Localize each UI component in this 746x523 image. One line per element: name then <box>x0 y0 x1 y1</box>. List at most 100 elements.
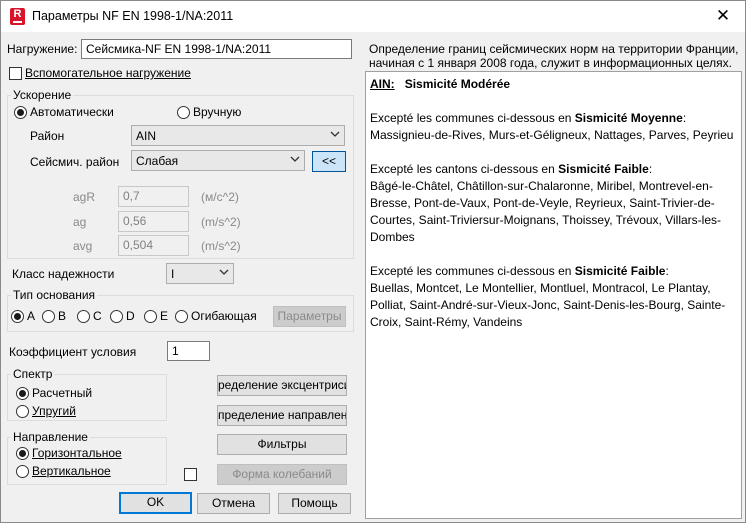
direction-vertical-label: Вертикальное <box>32 464 111 478</box>
acceleration-auto-radio[interactable]: Автоматически <box>14 105 114 119</box>
agr-field[interactable]: 0,7 <box>118 186 189 207</box>
foundation-d-radio[interactable]: D <box>110 309 135 323</box>
spectrum-elastic-radio[interactable]: Упругий <box>16 404 76 418</box>
directions-button[interactable]: пределение направлени <box>217 405 347 426</box>
seismic-info-panel[interactable]: AIN: Sismicité Modérée Excepté les commu… <box>365 71 742 519</box>
radio-selected-icon[interactable] <box>14 106 27 119</box>
title-bar: R Параметры NF EN 1998-1/NA:2011 ✕ <box>1 1 745 32</box>
radio-empty-icon[interactable] <box>77 310 90 323</box>
load-label: Нагружение: <box>7 42 78 56</box>
info-section-category: Sismicité Faible <box>574 264 666 278</box>
chevron-down-icon[interactable] <box>290 154 300 163</box>
avg-field[interactable]: 0,504 <box>118 235 189 256</box>
reliability-class-label: Класс надежности <box>12 267 115 281</box>
auxiliary-load-label: Вспомогательное нагружение <box>25 66 191 80</box>
app-logo-icon: R <box>10 8 25 25</box>
foundation-e-radio[interactable]: E <box>144 309 168 323</box>
district-label: Район <box>30 129 65 143</box>
district-select[interactable]: AIN <box>131 125 345 146</box>
spectrum-elastic-label: Упругий <box>32 404 76 418</box>
agr-label: agR <box>73 190 96 204</box>
reliability-class-select[interactable]: I <box>166 263 234 284</box>
info-section-intro: Excepté les communes ci-dessous en <box>370 264 575 278</box>
direction-horizontal-radio[interactable]: Горизонтальное <box>16 446 122 460</box>
mode-shapes-checkbox[interactable] <box>184 468 197 481</box>
info-heading: AIN: Sismicité Modérée <box>370 76 737 93</box>
foundation-d-label: D <box>126 309 135 323</box>
avg-unit: (m/s^2) <box>201 239 241 253</box>
acceleration-auto-label: Автоматически <box>30 105 114 119</box>
info-section-category: Sismicité Faible <box>558 162 649 176</box>
spectrum-group-title: Спектр <box>11 367 55 381</box>
seismic-district-label: Сейсмич. район <box>30 155 120 169</box>
radio-empty-icon[interactable] <box>16 465 29 478</box>
chevron-down-icon[interactable] <box>219 267 229 276</box>
condition-coefficient-field[interactable]: 1 <box>167 341 210 361</box>
seismic-district-select[interactable]: Слабая <box>131 150 305 171</box>
radio-empty-icon[interactable] <box>42 310 55 323</box>
foundation-e-label: E <box>160 309 169 323</box>
info-section-category: Sismicité Moyenne <box>574 111 683 125</box>
info-section-list: Bâgé-le-Châtel, Châtillon-sur-Chalaronne… <box>370 179 721 244</box>
foundation-b-radio[interactable]: B <box>42 309 66 323</box>
info-section-intro: Excepté les cantons ci-dessous en <box>370 162 559 176</box>
foundation-envelope-radio[interactable]: Огибающая <box>175 309 257 323</box>
collapse-info-button[interactable]: << <box>312 151 346 172</box>
close-icon[interactable]: ✕ <box>703 1 743 31</box>
radio-selected-icon[interactable] <box>16 447 29 460</box>
info-section-list: Buellas, Montcet, Le Montellier, Montlue… <box>370 281 726 329</box>
ag-label: ag <box>73 215 87 229</box>
info-section: Excepté les cantons ci-dessous en Sismic… <box>370 161 737 246</box>
info-section: Excepté les communes ci-dessous en Sismi… <box>370 110 737 144</box>
direction-group-title: Направление <box>11 430 90 444</box>
info-heading-code: AIN: <box>370 77 395 91</box>
chevron-down-icon[interactable] <box>330 129 340 138</box>
radio-empty-icon[interactable] <box>16 405 29 418</box>
cancel-button[interactable]: Отмена <box>197 493 270 514</box>
radio-selected-icon[interactable] <box>16 387 29 400</box>
direction-horizontal-label: Горизонтальное <box>32 446 122 460</box>
info-section-suffix: : <box>682 111 687 125</box>
acceleration-manual-label: Вручную <box>193 105 242 119</box>
reliability-class-value: I <box>171 267 175 281</box>
auxiliary-load-check-icon[interactable] <box>9 67 22 80</box>
ag-field[interactable]: 0,56 <box>118 211 189 232</box>
eccentricity-button[interactable]: ределение эксцентрисите <box>217 375 347 396</box>
help-button[interactable]: Помощь <box>278 493 351 514</box>
radio-empty-icon[interactable] <box>175 310 188 323</box>
info-heading-title: Sismicité Modérée <box>404 77 511 91</box>
info-section-list: Massignieu-de-Rives, Murs-et-Géligneux, … <box>370 128 734 142</box>
info-section-suffix: : <box>665 264 669 278</box>
foundation-c-label: C <box>93 309 102 323</box>
foundation-a-radio[interactable]: A <box>11 309 35 323</box>
dialog-window: R Параметры NF EN 1998-1/NA:2011 ✕ Нагру… <box>0 0 746 523</box>
direction-vertical-radio[interactable]: Вертикальное <box>16 464 111 478</box>
info-section-suffix: : <box>648 162 653 176</box>
window-title: Параметры NF EN 1998-1/NA:2011 <box>32 9 234 23</box>
radio-empty-icon[interactable] <box>144 310 157 323</box>
condition-coefficient-label: Коэффициент условия <box>9 345 137 359</box>
radio-selected-icon[interactable] <box>11 310 24 323</box>
foundation-b-label: B <box>58 309 67 323</box>
district-select-value: AIN <box>136 129 157 143</box>
spectrum-design-radio[interactable]: Расчетный <box>16 386 92 400</box>
foundation-envelope-label: Огибающая <box>191 309 257 323</box>
radio-empty-icon[interactable] <box>110 310 123 323</box>
foundation-params-button[interactable]: Параметры <box>273 306 346 327</box>
load-name-field[interactable]: Сейсмика-NF EN 1998-1/NA:2011 <box>81 39 352 59</box>
ag-unit: (m/s^2) <box>201 215 241 229</box>
acceleration-manual-radio[interactable]: Вручную <box>177 105 241 119</box>
info-description: Определение границ сейсмических норм на … <box>369 42 739 70</box>
agr-unit: (м/с^2) <box>201 190 239 204</box>
ok-button[interactable]: OK <box>119 492 192 514</box>
radio-empty-icon[interactable] <box>177 106 190 119</box>
auxiliary-load-checkbox[interactable]: Вспомогательное нагружение <box>9 66 191 80</box>
info-section: Excepté les communes ci-dessous en Sismi… <box>370 263 737 331</box>
acceleration-group-title: Ускорение <box>11 88 74 102</box>
foundation-c-radio[interactable]: C <box>77 309 102 323</box>
mode-shapes-button[interactable]: Форма колебаний <box>217 464 347 485</box>
seismic-district-select-value: Слабая <box>136 154 179 168</box>
filters-button[interactable]: Фильтры <box>217 434 347 455</box>
spectrum-design-label: Расчетный <box>32 386 93 400</box>
info-section-intro: Excepté les communes ci-dessous en <box>370 111 575 125</box>
